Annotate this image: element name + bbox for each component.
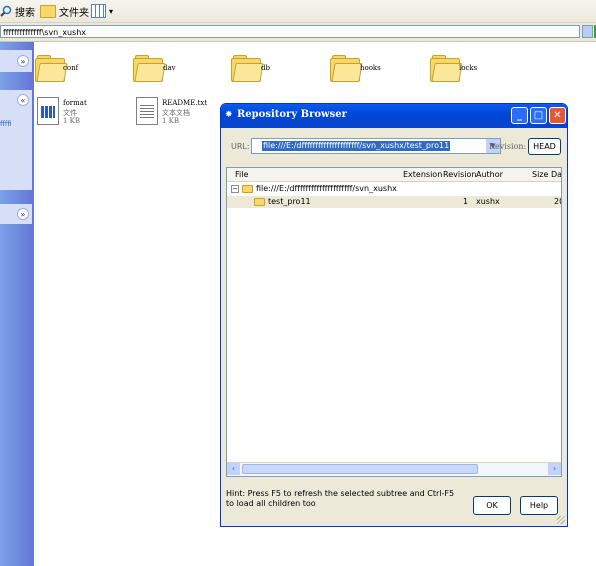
- resize-grip[interactable]: [557, 516, 565, 524]
- task-group-1: »: [0, 50, 32, 72]
- column-revision[interactable]: Revision: [443, 170, 476, 179]
- scroll-right-button[interactable]: ›: [548, 463, 561, 475]
- folder-icon: [254, 198, 265, 206]
- hint-text: Hint: Press F5 to refresh the selected s…: [226, 489, 455, 508]
- explorer-toolbar: 搜索 文件夹 ▾: [0, 0, 596, 23]
- scroll-thumb[interactable]: [242, 464, 478, 474]
- file-icon: [37, 97, 59, 125]
- folder-icon: [330, 55, 363, 82]
- item-label: README.txt: [162, 99, 208, 107]
- search-label: 搜索: [15, 7, 35, 19]
- folder-icon: [35, 55, 68, 82]
- item-label: hooks: [360, 64, 381, 72]
- tree-item-name: test_pro11: [268, 197, 311, 206]
- tree-item-revision: 1: [463, 197, 469, 206]
- item-label: db: [261, 64, 270, 72]
- task-group-3: »: [0, 204, 32, 224]
- close-button[interactable]: ✕: [549, 107, 566, 124]
- address-dropdown-button[interactable]: [582, 25, 593, 38]
- tree-item-author: xushx: [476, 197, 500, 206]
- item-size: 1 KB: [63, 117, 81, 125]
- item-label: format: [63, 99, 87, 107]
- text-file-icon: [136, 97, 158, 125]
- horizontal-scrollbar[interactable]: ‹ ›: [227, 462, 561, 476]
- repository-browser-dialog: ✸ Repository Browser _ □ ✕ URL: file:///…: [220, 103, 568, 527]
- item-size: 1 KB: [162, 117, 180, 125]
- dialog-titlebar[interactable]: ✸ Repository Browser _ □ ✕: [221, 104, 567, 128]
- help-button[interactable]: Help: [520, 496, 558, 515]
- column-extension[interactable]: Extension: [403, 170, 442, 179]
- column-header: File Extension Revision Author Size Da: [227, 168, 561, 182]
- url-label: URL:: [231, 142, 250, 151]
- item-label: locks: [459, 64, 478, 72]
- expand-icon[interactable]: «: [17, 94, 29, 106]
- collapse-icon[interactable]: »: [17, 55, 29, 67]
- toolbar-folders-button[interactable]: 文件夹: [40, 3, 89, 19]
- repository-tree[interactable]: File Extension Revision Author Size Da −…: [226, 167, 562, 477]
- tree-item-name: file:///E:/dfffffffffffffffffffff/svn_xu…: [256, 184, 397, 193]
- tree-row-root[interactable]: − file:///E:/dfffffffffffffffffffff/svn_…: [227, 183, 561, 195]
- item-label: dav: [163, 64, 176, 72]
- url-value: file:///E:/dfffffffffffffffffffff/svn_xu…: [262, 141, 451, 151]
- toolbar-search-button[interactable]: 搜索: [0, 3, 35, 19]
- task-group-2: « ffffi: [0, 90, 32, 190]
- revision-label: Revision:: [489, 142, 527, 151]
- folder-icon: [133, 55, 166, 82]
- folders-label: 文件夹: [59, 7, 89, 19]
- head-button[interactable]: HEAD: [528, 138, 561, 155]
- url-combobox[interactable]: file:///E:/dfffffffffffffffffffff/svn_xu…: [251, 138, 501, 154]
- folder-icon: [430, 55, 463, 82]
- folder-icon: [231, 55, 264, 82]
- tree-item-size: 20: [554, 197, 561, 206]
- dialog-title: Repository Browser: [237, 109, 347, 120]
- column-size[interactable]: Size: [532, 170, 548, 179]
- scroll-left-button[interactable]: ‹: [227, 463, 240, 475]
- address-bar: ffffffffffffff\svn_xushx: [0, 23, 596, 42]
- column-date[interactable]: Da: [551, 170, 561, 179]
- folder-icon: [40, 4, 56, 18]
- minimize-button[interactable]: _: [511, 107, 528, 124]
- column-file[interactable]: File: [235, 170, 248, 179]
- tree-row-test-pro11[interactable]: test_pro11 1 xushx 20: [227, 196, 561, 208]
- task-pane: » « ffffi »: [0, 42, 34, 566]
- address-input[interactable]: ffffffffffffff\svn_xushx: [0, 25, 580, 38]
- ok-button[interactable]: OK: [473, 496, 511, 515]
- search-icon: [0, 5, 12, 17]
- item-label: conf: [63, 64, 79, 72]
- task-link[interactable]: ffffi: [0, 120, 12, 128]
- collapse-icon[interactable]: −: [231, 185, 239, 193]
- chevron-down-icon: ▾: [109, 6, 114, 16]
- maximize-button[interactable]: □: [530, 107, 547, 124]
- toolbar-views-button[interactable]: ▾: [91, 3, 113, 19]
- collapse-icon[interactable]: »: [17, 208, 29, 220]
- column-author[interactable]: Author: [476, 170, 503, 179]
- folder-icon: [242, 185, 253, 193]
- view-grid-icon: [91, 4, 106, 18]
- app-icon: ✸: [225, 110, 233, 120]
